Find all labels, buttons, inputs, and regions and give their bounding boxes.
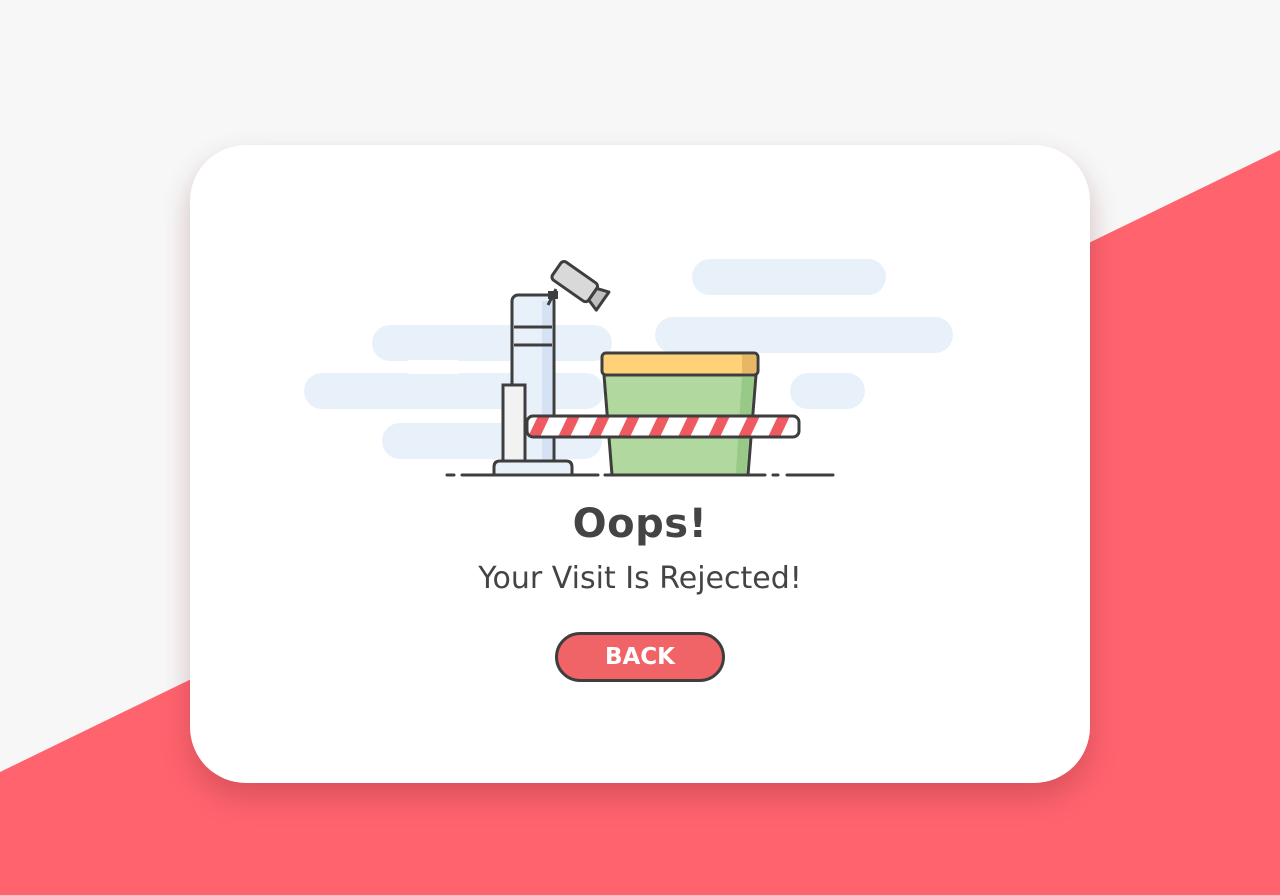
error-subtitle: Your Visit Is Rejected! [478,561,802,596]
back-button[interactable]: BACK [555,632,725,682]
camera-icon [546,260,611,312]
error-card: Oops! Your Visit Is Rejected! BACK [190,145,1090,783]
barrier-arm [525,414,801,439]
error-page: Oops! Your Visit Is Rejected! BACK [0,0,1280,895]
error-title: Oops! [572,501,708,547]
road-barrier-illustration [304,259,953,477]
crate [600,351,760,477]
